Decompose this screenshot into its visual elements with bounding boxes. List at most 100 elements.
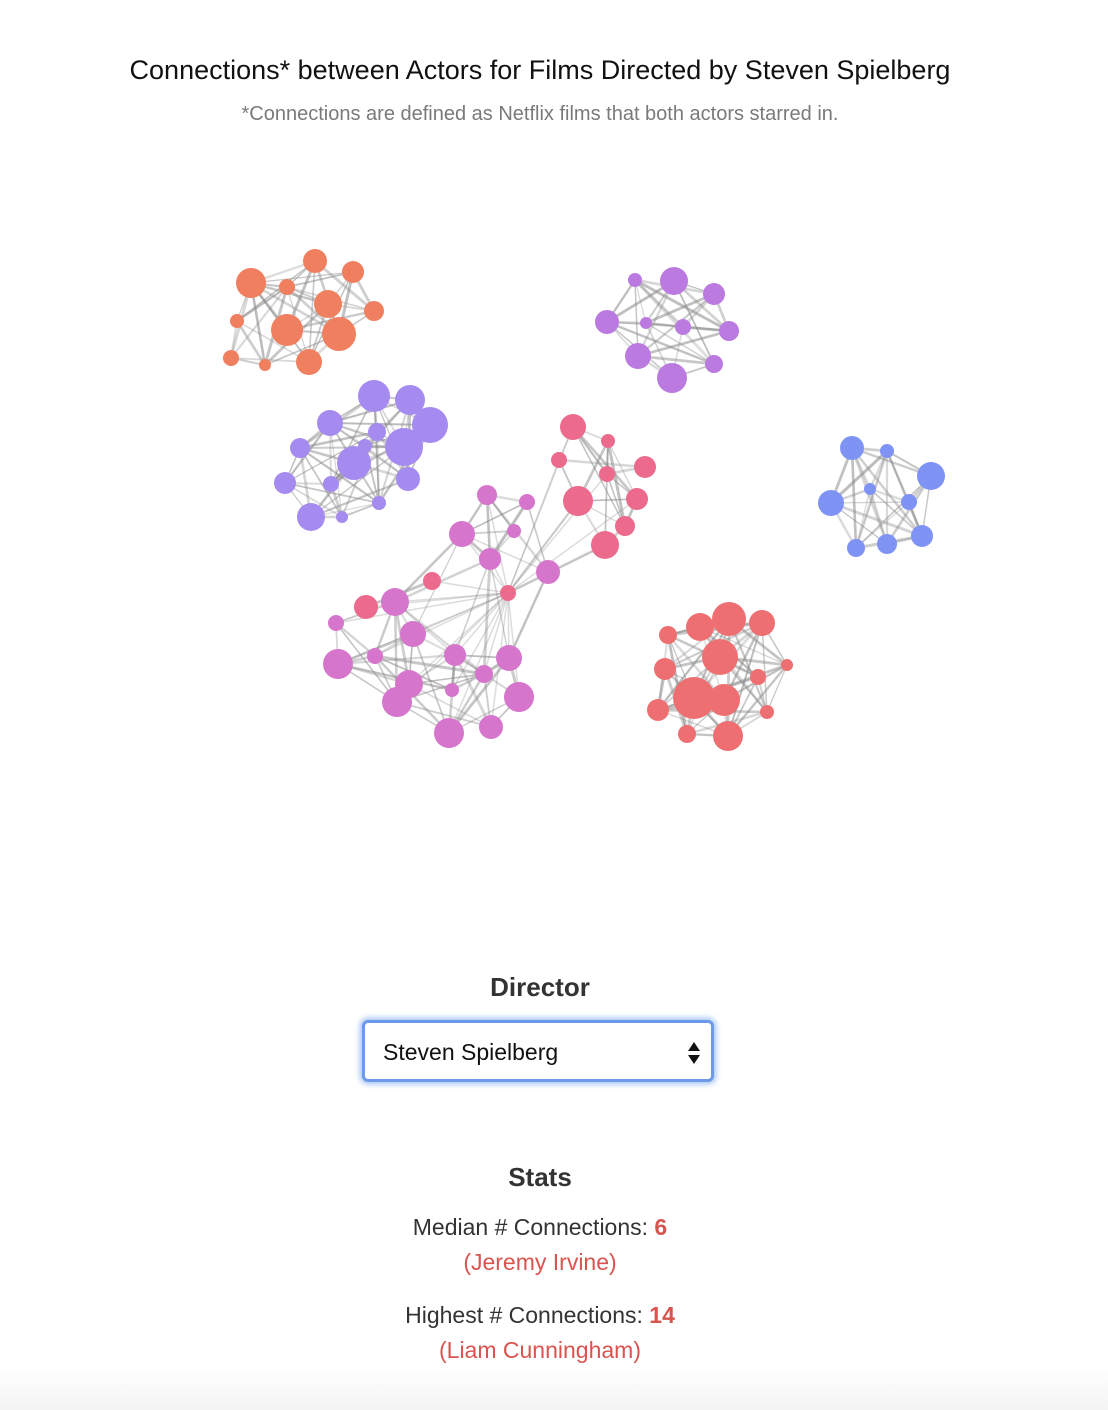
connection-edge <box>726 618 731 737</box>
actor-node[interactable] <box>328 615 344 631</box>
actor-node[interactable] <box>423 572 441 590</box>
connection-edge <box>431 580 509 594</box>
actor-node[interactable] <box>712 602 746 636</box>
actor-node[interactable] <box>686 613 714 641</box>
actor-node[interactable] <box>657 363 687 393</box>
actor-node[interactable] <box>818 490 844 516</box>
actor-node[interactable] <box>551 452 567 468</box>
actor-node[interactable] <box>290 438 310 458</box>
actor-node[interactable] <box>781 659 793 671</box>
actor-node[interactable] <box>640 317 652 329</box>
actor-node[interactable] <box>477 485 497 505</box>
actor-node[interactable] <box>236 268 266 298</box>
actor-node[interactable] <box>659 626 677 644</box>
actor-node[interactable] <box>749 610 775 636</box>
actor-node[interactable] <box>708 684 740 716</box>
actor-node[interactable] <box>323 476 339 492</box>
actor-node[interactable] <box>847 539 865 557</box>
actor-node[interactable] <box>911 525 933 547</box>
actor-node[interactable] <box>382 687 412 717</box>
actor-node[interactable] <box>230 314 244 328</box>
director-select[interactable]: Steven Spielberg <box>362 1020 714 1082</box>
actor-node[interactable] <box>615 516 635 536</box>
actor-node[interactable] <box>279 279 295 295</box>
actor-node[interactable] <box>296 349 322 375</box>
connection-edge <box>855 488 871 549</box>
actor-node[interactable] <box>496 645 522 671</box>
actor-node[interactable] <box>479 548 501 570</box>
actor-node[interactable] <box>713 721 743 751</box>
actor-node[interactable] <box>372 496 386 510</box>
select-arrows-icon <box>688 1042 700 1064</box>
actor-node[interactable] <box>703 283 725 305</box>
actor-node[interactable] <box>563 486 593 516</box>
actor-node[interactable] <box>367 648 383 664</box>
actor-node[interactable] <box>364 301 384 321</box>
actor-node[interactable] <box>475 665 493 683</box>
actor-node[interactable] <box>342 261 364 283</box>
actor-node[interactable] <box>654 658 676 680</box>
actor-node[interactable] <box>702 639 738 675</box>
actor-node[interactable] <box>434 718 464 748</box>
actor-node[interactable] <box>322 317 356 351</box>
actor-node[interactable] <box>626 488 648 510</box>
actor-node[interactable] <box>354 595 378 619</box>
actor-node[interactable] <box>368 423 386 441</box>
actor-node[interactable] <box>599 466 615 482</box>
actor-node[interactable] <box>595 310 619 334</box>
actor-node[interactable] <box>504 682 534 712</box>
actor-node[interactable] <box>864 483 876 495</box>
actor-node[interactable] <box>625 343 651 369</box>
actor-node[interactable] <box>223 350 239 366</box>
median-connections-value: 6 <box>654 1214 668 1240</box>
actor-node[interactable] <box>719 321 739 341</box>
connection-edge <box>850 447 858 549</box>
median-connections-actor: (Jeremy Irvine) <box>463 1249 617 1275</box>
actor-node[interactable] <box>678 725 696 743</box>
actor-node[interactable] <box>303 249 327 273</box>
actor-node[interactable] <box>314 290 342 318</box>
actor-node[interactable] <box>877 534 897 554</box>
actor-node[interactable] <box>660 267 688 295</box>
highest-connections-actor: (Liam Cunningham) <box>439 1337 641 1363</box>
actor-node[interactable] <box>400 621 426 647</box>
actor-node[interactable] <box>536 560 560 584</box>
actor-node[interactable] <box>396 467 420 491</box>
actor-node[interactable] <box>381 588 409 616</box>
actor-node[interactable] <box>519 494 535 510</box>
actor-node[interactable] <box>317 410 343 436</box>
actor-node[interactable] <box>358 439 372 453</box>
actor-node[interactable] <box>840 436 864 460</box>
actor-node[interactable] <box>507 524 521 538</box>
actor-node[interactable] <box>358 380 390 412</box>
actor-node[interactable] <box>601 434 615 448</box>
actor-node[interactable] <box>336 511 348 523</box>
actor-node[interactable] <box>560 414 586 440</box>
actor-node[interactable] <box>500 585 516 601</box>
actor-node[interactable] <box>323 649 353 679</box>
actor-node[interactable] <box>445 683 459 697</box>
actor-node[interactable] <box>750 669 766 685</box>
highest-connections-line: Highest # Connections: 14 <box>0 1302 1080 1329</box>
actor-node[interactable] <box>628 273 642 287</box>
actor-node[interactable] <box>634 456 656 478</box>
actor-node[interactable] <box>880 444 894 458</box>
actor-node[interactable] <box>647 699 669 721</box>
actor-node[interactable] <box>385 428 423 466</box>
director-select-value: Steven Spielberg <box>383 1039 559 1065</box>
actor-node[interactable] <box>274 472 296 494</box>
actor-node[interactable] <box>917 462 945 490</box>
actor-node[interactable] <box>591 531 619 559</box>
actor-node[interactable] <box>675 319 691 335</box>
director-label: Director <box>490 972 590 1002</box>
actor-node[interactable] <box>449 521 475 547</box>
actor-node[interactable] <box>259 359 271 371</box>
actor-node[interactable] <box>760 705 774 719</box>
actor-node[interactable] <box>271 314 303 346</box>
connection-edge <box>454 592 509 656</box>
actor-node[interactable] <box>479 715 503 739</box>
actor-node[interactable] <box>297 503 325 531</box>
actor-node[interactable] <box>444 644 466 666</box>
actor-node[interactable] <box>901 494 917 510</box>
actor-node[interactable] <box>705 355 723 373</box>
